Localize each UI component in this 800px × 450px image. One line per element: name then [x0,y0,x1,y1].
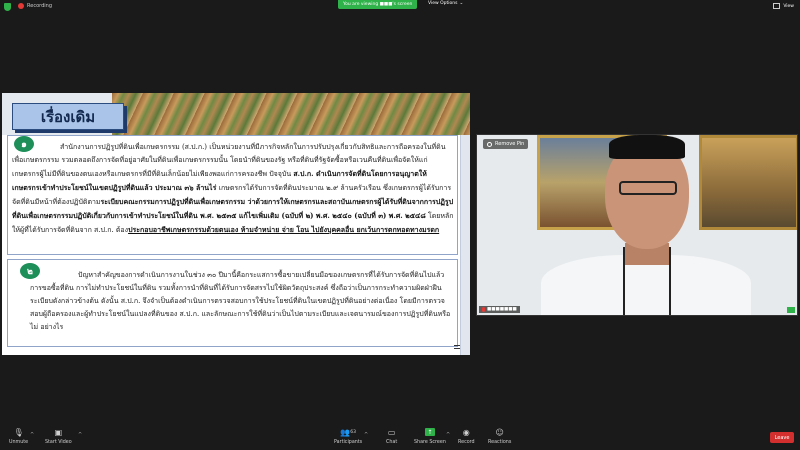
microphone-muted-icon: 🎙 [13,428,24,437]
view-label: View [783,3,794,9]
video-camera-off-icon: ▣ [54,428,63,437]
reactions-label: Reactions [488,440,512,445]
meeting-toolbar: 🎙 Unmute ^ ▣ Start Video ^ 👥 63 Participa… [0,426,800,450]
share-screen-icon: ↑ [424,428,435,436]
recording-label: Recording [27,3,53,9]
lanyard [623,247,671,315]
participants-button[interactable]: 👥 63 Participants [334,428,362,445]
p2-text: ปัญหาสำคัญของการดำเนินการงานในช่วง ๓๐ ปี… [30,271,451,331]
shared-screen-slide: เรื่องเดิม ๑ สำนักงานการปฏิรูปที่ดินเพื่… [2,93,470,355]
participants-caret-icon[interactable]: ^ [364,432,368,438]
view-button[interactable]: View [773,3,794,9]
menu-icon [454,345,460,349]
participants-count: 63 [350,430,356,435]
video-options-caret-icon[interactable]: ^ [78,432,82,438]
audio-options-caret-icon[interactable]: ^ [30,432,34,438]
slide-side-strip [460,135,470,355]
grid-view-icon [773,3,781,9]
smiley-plus-icon: ☺ [495,428,504,437]
participant-name: ■■■■■■■ [487,307,517,312]
participant-video-tile[interactable]: Remove Pin ■■■■■■■ [476,134,798,316]
pin-icon [487,141,492,147]
mic-muted-icon [482,307,485,312]
viewing-screen-banner: You are viewing ■■■'s screen [338,0,418,9]
viewing-label: You are viewing ■■■'s screen [343,2,413,7]
glasses [619,181,677,195]
reactions-button[interactable]: ☺ Reactions [488,428,511,445]
participants-label: Participants [334,440,363,445]
p1-bold-3: ประกอบอาชีพเกษตรกรรมด้วยตนเอง ห้ามจำหน่า… [128,225,440,234]
unmute-label: Unmute [9,440,29,445]
chevron-down-icon: ⌄ [459,1,464,6]
share-screen-button[interactable]: ↑ Share Screen [414,428,446,445]
view-options-button[interactable]: View Options ⌄ [428,1,463,6]
paragraph-1: สำนักงานการปฏิรูปที่ดินเพื่อเกษตรกรรม (ส… [12,141,454,237]
unmute-button[interactable]: 🎙 Unmute [9,428,28,445]
recording-indicator[interactable]: Recording [18,3,52,9]
remove-pin-label: Remove Pin [495,141,525,147]
record-label: Record [458,440,475,445]
slide-title: เรื่องเดิม [12,103,124,130]
record-button[interactable]: ◉ Record [458,428,475,445]
top-bar: Recording You are viewing ■■■'s screen V… [0,0,800,14]
record-dot-icon [18,3,24,9]
remove-pin-button[interactable]: Remove Pin [483,139,529,149]
aerial-farmland-image [112,93,470,135]
participants-icon: 👥 63 [340,428,356,437]
chat-bubble-icon: ▭ [387,428,396,437]
shield-icon[interactable] [4,3,11,11]
video-status-icon [787,307,795,313]
leave-button[interactable]: Leave [770,432,794,443]
chat-button[interactable]: ▭ Chat [386,428,397,445]
hair [609,135,685,159]
start-video-label: Start Video [45,440,72,445]
zoom-meeting-window: Recording You are viewing ■■■'s screen V… [0,0,800,450]
view-options-label: View Options [428,1,458,6]
paragraph-2: ปัญหาสำคัญของการดำเนินการงานในช่วง ๓๐ ปี… [30,269,454,334]
wall-painting-2 [699,135,797,230]
start-video-button[interactable]: ▣ Start Video [45,428,72,445]
chat-label: Chat [386,440,398,445]
share-options-caret-icon[interactable]: ^ [446,432,450,438]
record-icon: ◉ [462,428,470,437]
share-screen-label: Share Screen [414,440,446,445]
participant-name-tag: ■■■■■■■ [479,306,520,313]
